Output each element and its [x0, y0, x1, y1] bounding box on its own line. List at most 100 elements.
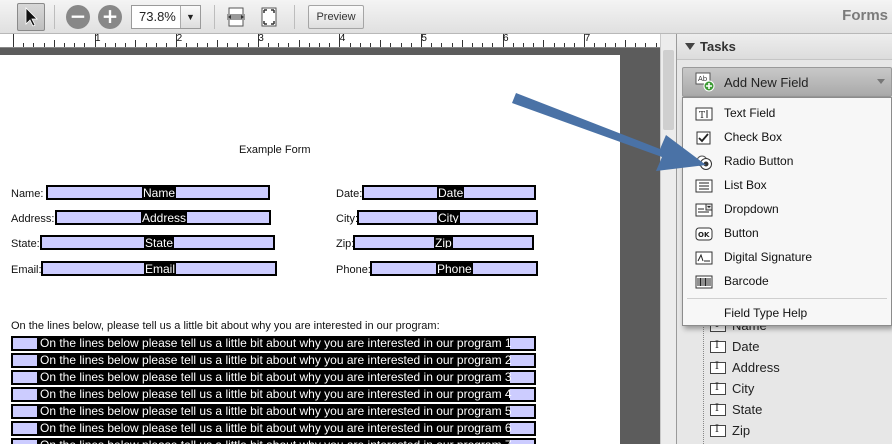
ruler-label: 1: [95, 34, 101, 44]
field-type-menu: T Text Field Check Box Radio Button List Box…: [682, 97, 892, 326]
field-fill-left: [13, 440, 37, 444]
ruler-tick: [33, 43, 35, 47]
menu-item-text-field[interactable]: T Text Field: [683, 102, 891, 126]
zoom-in-button[interactable]: +: [98, 3, 122, 31]
menu-item-barcode[interactable]: Barcode: [683, 270, 891, 294]
fit-width-button[interactable]: [224, 3, 248, 31]
ruler-tick: [288, 43, 290, 47]
state-field[interactable]: State: [40, 235, 275, 250]
menu-item-field-type-help[interactable]: Field Type Help: [683, 302, 891, 326]
annotation-arrow: [512, 93, 706, 171]
toolbar-separator: [294, 5, 295, 29]
ruler-label: 2: [176, 34, 183, 44]
tree-item-label: Address: [732, 360, 780, 375]
add-new-field-button[interactable]: Ab Add New Field: [682, 67, 892, 97]
select-tool-button[interactable]: [17, 3, 45, 31]
menu-item-radio-button[interactable]: Radio Button: [683, 150, 891, 174]
menu-item-label: List Box: [724, 178, 767, 192]
address-field[interactable]: Address: [55, 210, 271, 225]
email-field[interactable]: Email: [41, 261, 277, 276]
zoom-select[interactable]: 73.8% ▼: [131, 5, 201, 29]
menu-item-label: Barcode: [724, 274, 769, 288]
field-fill-right: [510, 389, 534, 400]
ruler-tick: [135, 40, 137, 47]
field-fill-right: [510, 338, 534, 349]
ruler-label: 7: [584, 34, 591, 44]
menu-separator: [687, 298, 887, 299]
ruler-tick: [237, 43, 239, 47]
menu-item-label: Digital Signature: [724, 250, 813, 264]
comment-line-field[interactable]: On the lines below please tell us a litt…: [11, 387, 536, 402]
ruler-tick: [186, 43, 188, 47]
ruler-label: 6: [503, 34, 509, 44]
ruler-tick: [329, 43, 331, 47]
comment-line-field[interactable]: On the lines below please tell us a litt…: [11, 353, 536, 368]
ruler-tick: [635, 43, 637, 47]
fit-page-button[interactable]: [257, 3, 281, 31]
ruler-tick: [64, 43, 65, 47]
ruler-tick: [247, 43, 249, 47]
name-field[interactable]: Name: [46, 185, 270, 200]
ruler-tick: [472, 43, 473, 47]
ruler-tick: [43, 43, 45, 47]
ruler-tick: [155, 43, 157, 47]
text-field-icon: [710, 424, 726, 437]
ruler-tick: [125, 43, 127, 47]
ruler-tick: [319, 43, 320, 47]
ruler-tick: [461, 40, 463, 47]
ruler-tick: [614, 43, 616, 47]
city-field[interactable]: City: [357, 210, 538, 225]
tree-item-label: Date: [732, 339, 760, 354]
ruler-tick: [533, 43, 535, 47]
text-field-icon: [710, 361, 726, 374]
dropdown-icon: [695, 203, 713, 217]
menu-item-checkbox[interactable]: Check Box: [683, 126, 891, 150]
comment-line-field[interactable]: On the lines below please tell us a litt…: [11, 421, 536, 436]
ruler-tick: [492, 43, 494, 47]
zoom-value: 73.8%: [139, 9, 176, 24]
ruler-tick: [145, 43, 147, 47]
field-state-text: State: [144, 236, 175, 250]
ruler-tick: [390, 43, 392, 47]
zoom-out-button[interactable]: −: [66, 3, 90, 31]
field-fill-left: [13, 389, 37, 400]
ruler-tick: [625, 40, 626, 47]
fit-width-icon: [227, 7, 245, 27]
comment-line-field[interactable]: On the lines below please tell us a litt…: [11, 336, 536, 351]
menu-item-button[interactable]: OK Button: [683, 222, 891, 246]
chevron-down-icon[interactable]: ▼: [180, 6, 200, 28]
field-city-text: City: [437, 211, 460, 225]
text-field-icon: [710, 403, 726, 416]
ruler-tick: [512, 43, 514, 47]
comment-line-field[interactable]: On the lines below please tell us a litt…: [11, 370, 536, 385]
menu-item-digital-signature[interactable]: Digital Signature: [683, 246, 891, 270]
menu-item-dropdown[interactable]: Dropdown: [683, 198, 891, 222]
add-new-field-label: Add New Field: [724, 75, 809, 90]
ruler-tick: [359, 43, 361, 47]
line-field-text: On the lines below please tell us a litt…: [40, 421, 512, 435]
comment-line-field[interactable]: On the lines below please tell us a litt…: [11, 404, 536, 419]
line-field-text: On the lines below please tell us a litt…: [40, 370, 512, 384]
text-field-icon: [710, 340, 726, 353]
name-label: Name:: [11, 188, 44, 200]
menu-item-label: Field Type Help: [724, 306, 808, 320]
horizontal-ruler: 1 2 3 4 5 6 7: [0, 34, 660, 48]
preview-button[interactable]: Preview: [308, 5, 364, 29]
zip-field[interactable]: Zip: [353, 235, 534, 250]
ruler-tick: [13, 34, 14, 47]
ruler-tick: [206, 43, 208, 47]
toolbar-separator: [214, 5, 215, 29]
menu-item-list-box[interactable]: List Box: [683, 174, 891, 198]
ruler-label: 3: [258, 34, 264, 44]
state-label: State:: [11, 238, 40, 250]
ruler-tick: [482, 43, 484, 47]
date-field[interactable]: Date: [362, 185, 536, 200]
field-phone-text: Phone: [436, 262, 473, 276]
ruler-tick: [23, 43, 25, 47]
phone-field[interactable]: Phone: [370, 261, 538, 276]
ruler-label: 4: [339, 34, 346, 44]
tasks-header[interactable]: Tasks: [677, 34, 892, 60]
fit-page-icon: [261, 7, 277, 27]
menu-item-label: Button: [724, 226, 759, 240]
comment-line-field[interactable]: On the lines below please tell us a litt…: [11, 438, 536, 444]
